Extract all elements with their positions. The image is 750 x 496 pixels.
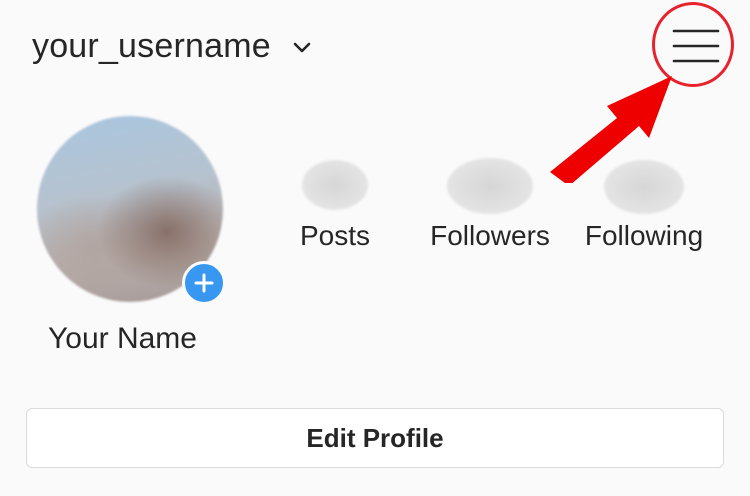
username: your_username <box>32 26 271 65</box>
edit-profile-button[interactable]: Edit Profile <box>26 408 724 468</box>
account-switcher[interactable]: your_username <box>32 22 311 70</box>
stat-label-following: Following <box>584 220 704 251</box>
add-story-button[interactable] <box>182 261 226 305</box>
stat-following[interactable]: Following <box>580 160 708 252</box>
stat-posts[interactable]: Posts <box>294 160 376 252</box>
hamburger-menu-icon <box>672 29 720 63</box>
display-name: Your Name <box>48 322 197 355</box>
following-count-blurred <box>604 160 684 214</box>
menu-button[interactable] <box>652 2 740 90</box>
stat-label-posts: Posts <box>299 220 371 251</box>
stat-label-followers: Followers <box>430 220 550 251</box>
chevron-down-icon <box>293 42 311 53</box>
stat-followers[interactable]: Followers <box>424 158 556 252</box>
posts-count-blurred <box>302 160 368 210</box>
plus-icon <box>194 273 214 293</box>
followers-count-blurred <box>447 158 533 214</box>
